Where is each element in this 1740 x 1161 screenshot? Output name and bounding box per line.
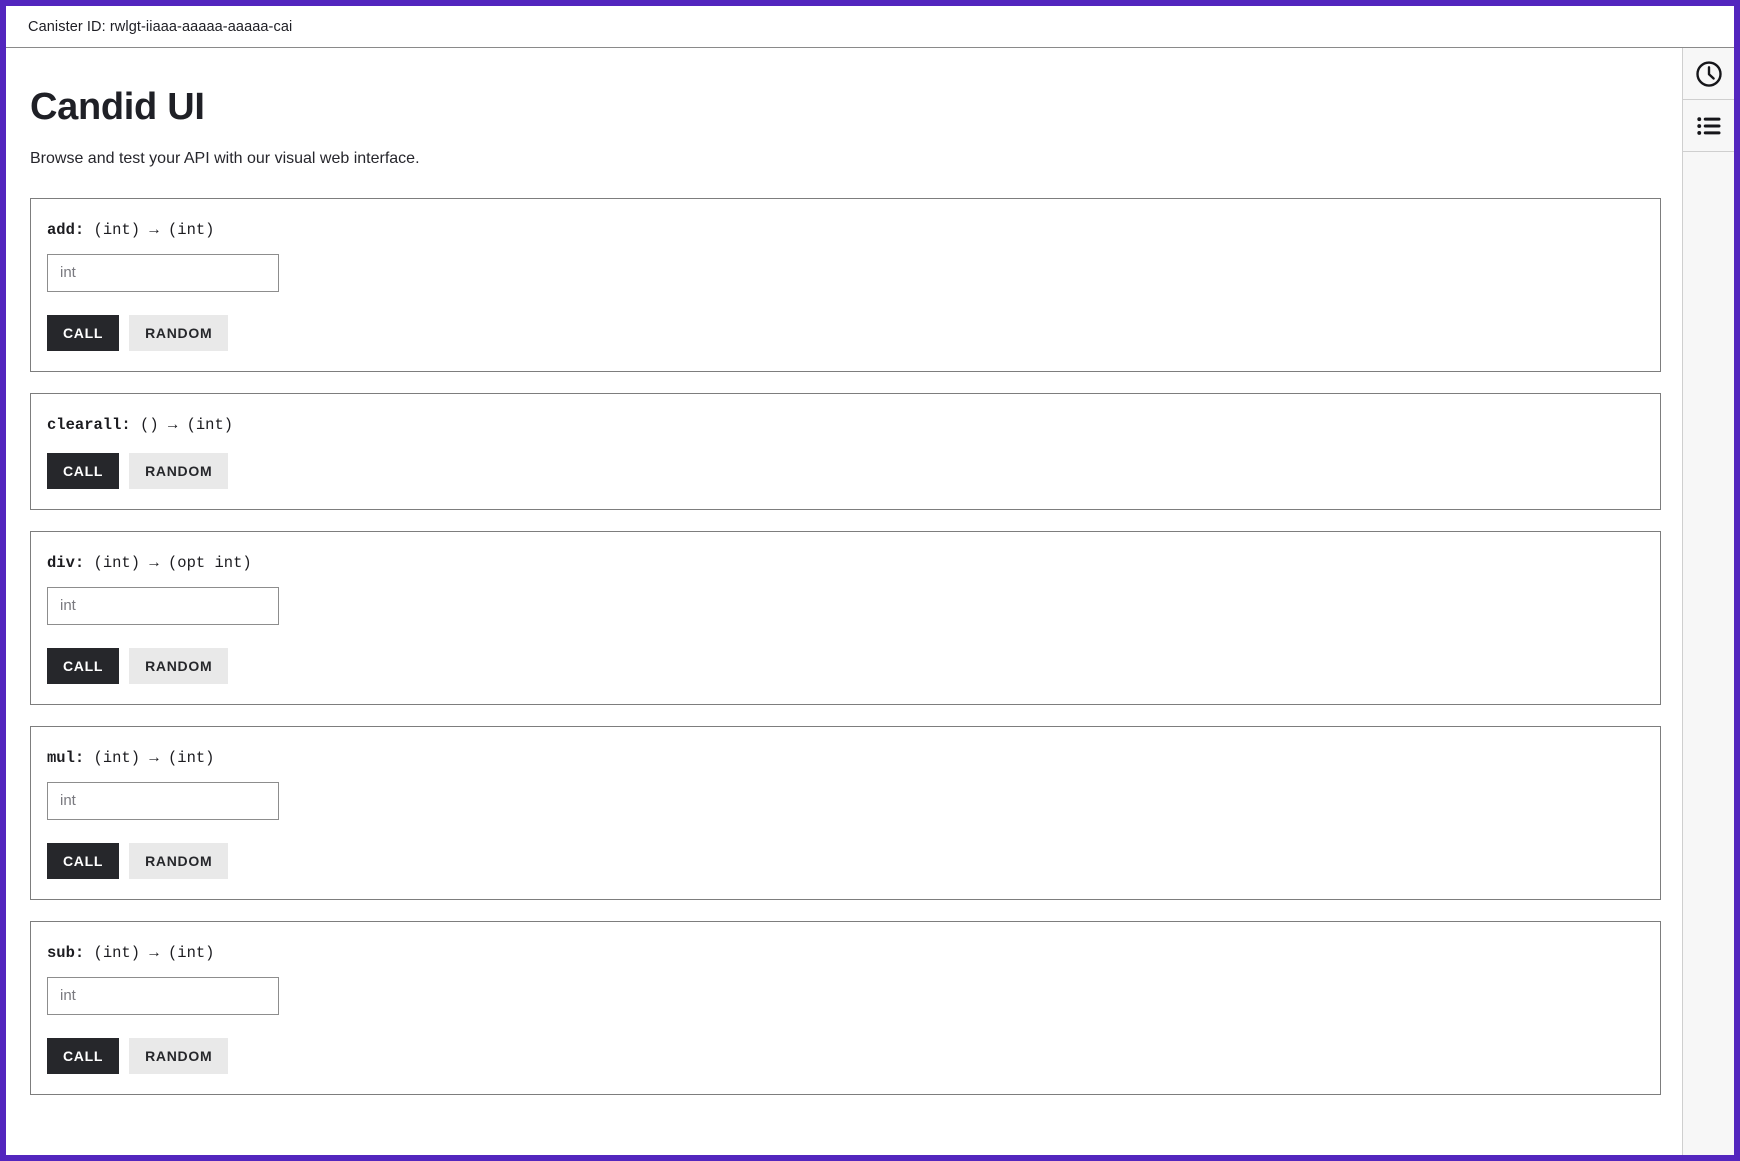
argument-input[interactable] (47, 253, 279, 292)
method-card: clearall: () → (int) CALL RANDOM (30, 392, 1661, 510)
sidebar-filler (1683, 152, 1734, 1155)
method-name: clearall (47, 415, 122, 434)
method-separator: : (74, 553, 94, 572)
bulleted-list-icon (1694, 111, 1724, 141)
method-separator: : (121, 415, 141, 434)
method-signature: clearall: () → (int) (47, 416, 1644, 434)
method-params: (int) (93, 943, 141, 962)
action-button-row: CALL RANDOM (47, 314, 1644, 351)
method-name: mul (47, 748, 75, 767)
method-card: sub: (int) → (int) CALLRANDOM (30, 920, 1661, 1095)
browser-viewport: Canister ID: rwlgt-iiaaa-aaaaa-aaaaa-cai… (0, 0, 1740, 1161)
argument-row (47, 253, 1644, 292)
method-card: div: (int) → (opt int) CALLRANDOM (30, 530, 1661, 705)
method-signature: add: (int) → (int) (47, 221, 1644, 239)
method-card: add: (int) → (int) CALLRANDOM (30, 197, 1661, 372)
call-button[interactable]: CALL (47, 842, 120, 879)
call-button[interactable]: CALL (47, 314, 120, 351)
argument-input[interactable] (47, 586, 279, 625)
random-button[interactable]: RANDOM (129, 314, 229, 351)
page-subtitle: Browse and test your API with our visual… (30, 149, 420, 167)
method-arrow-icon: → (149, 943, 159, 962)
random-button[interactable]: RANDOM (129, 842, 229, 879)
method-name: div (47, 553, 75, 572)
main-content: Candid UI Browse and test your API with … (6, 48, 1682, 1155)
action-button-row: CALL RANDOM (47, 647, 1644, 684)
method-separator: : (74, 748, 94, 767)
method-arrow-icon: → (149, 220, 159, 239)
method-arrow-icon: → (167, 415, 178, 434)
method-params: (int) (93, 220, 141, 239)
method-return-type: (int) (186, 415, 234, 434)
method-signature: sub: (int) → (int) (47, 944, 1644, 962)
method-list: add: (int) → (int)CALLRANDOMclearall: ()… (30, 197, 1661, 1095)
method-params: (int) (93, 553, 141, 572)
canister-id-label: Canister ID: rwlgt-iiaaa-aaaaa-aaaaa-cai (28, 18, 293, 35)
method-return-type: (opt int) (167, 553, 252, 572)
argument-row (47, 976, 1644, 1015)
random-button[interactable]: RANDOM (129, 1037, 229, 1074)
method-params: (int) (93, 748, 141, 767)
argument-row (47, 781, 1644, 820)
method-return-type: (int) (167, 943, 215, 962)
page-body: Candid UI Browse and test your API with … (6, 48, 1734, 1155)
argument-row (47, 586, 1644, 625)
method-return-type: (int) (167, 220, 215, 239)
call-button[interactable]: CALL (47, 1037, 120, 1074)
right-sidebar (1682, 48, 1734, 1155)
method-arrow-icon: → (149, 748, 159, 767)
action-button-row: CALL RANDOM (47, 842, 1644, 879)
clock-icon (1694, 59, 1724, 89)
action-button-row: CALL RANDOM (47, 452, 1644, 489)
method-separator: : (74, 220, 94, 239)
method-params: () (140, 415, 159, 434)
page-title: Candid UI (30, 86, 205, 128)
argument-input[interactable] (47, 781, 279, 820)
canister-id-bar: Canister ID: rwlgt-iiaaa-aaaaa-aaaaa-cai (6, 6, 1734, 48)
method-return-type: (int) (167, 748, 215, 767)
method-name: sub (47, 943, 75, 962)
method-signature: div: (int) → (opt int) (47, 554, 1644, 572)
call-button[interactable]: CALL (47, 647, 120, 684)
random-button[interactable]: RANDOM (129, 452, 229, 489)
sidebar-item-history[interactable] (1683, 48, 1734, 100)
method-arrow-icon: → (149, 553, 159, 572)
call-button[interactable]: CALL (47, 452, 120, 489)
random-button[interactable]: RANDOM (129, 647, 229, 684)
sidebar-item-methods[interactable] (1683, 100, 1734, 152)
method-signature: mul: (int) → (int) (47, 749, 1644, 767)
argument-input[interactable] (47, 976, 279, 1015)
method-separator: : (74, 943, 94, 962)
method-card: mul: (int) → (int) CALLRANDOM (30, 725, 1661, 900)
action-button-row: CALL RANDOM (47, 1037, 1644, 1074)
method-name: add (47, 220, 75, 239)
